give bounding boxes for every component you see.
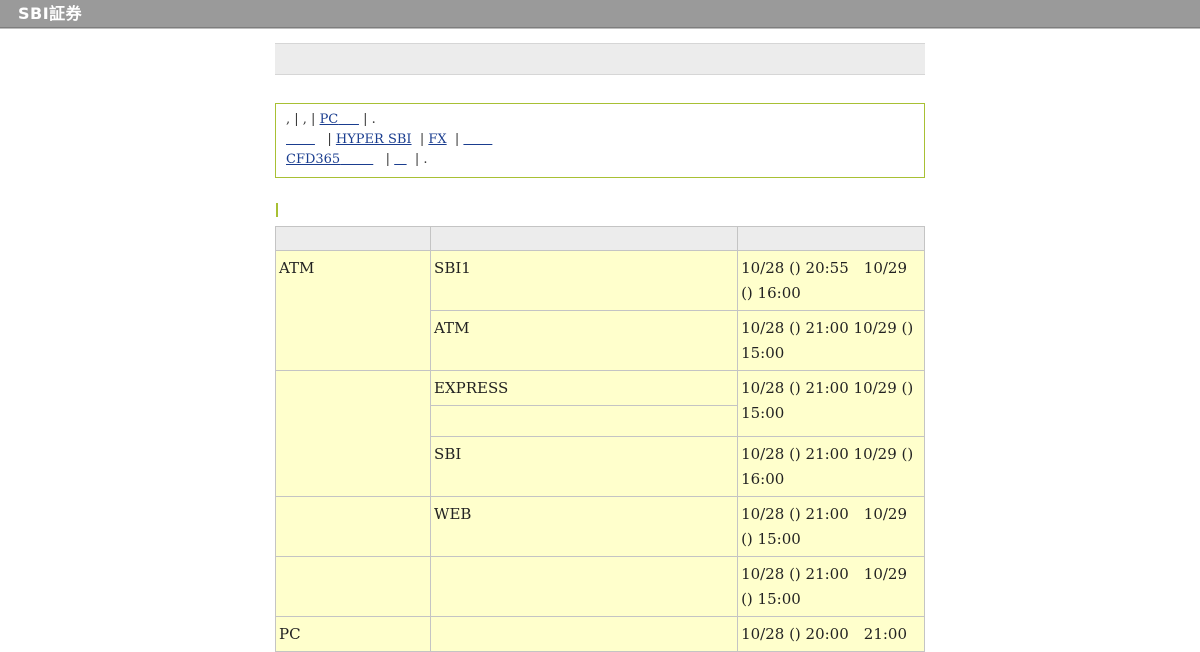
pc-link[interactable]: PC [320,112,359,127]
top-header-bar: SBI証券 [0,0,1200,28]
separator: | [385,152,391,167]
category-cell: ATM [274,250,432,371]
cfd365-link[interactable]: CFD365 [286,152,373,167]
table-row: ATM SBI1 10/28 () 20:55 10/29 () 16:00 [274,250,925,371]
category-cell [274,556,432,617]
fx-link[interactable]: FX [428,132,446,147]
notice-text: | . [414,152,428,167]
title-band [275,43,925,75]
time-cell: 10/28 () 20:55 10/29 () 16:00 [737,250,925,311]
notice-line-3: CFD365 | | . [286,150,914,170]
time-cell: 10/28 () 21:00 10/29 () 15:00 [737,310,925,371]
main-content: , | , | PC | . | HYPER SBI | FX | CFD365… [274,42,925,652]
time-cell: 10/28 () 21:00 10/29 () 15:00 [737,556,925,617]
table-header-row [274,226,925,251]
table-row: EXPRESS 10/28 () 21:00 10/29 () 15:00 [274,370,925,497]
table-row: PC 10/28 () 20:00 21:00 [274,616,925,652]
notice-box: , | , | PC | . | HYPER SBI | FX | CFD365… [275,103,925,178]
time-cell: 10/28 () 21:00 10/29 () 15:00 [737,496,925,557]
category-cell [274,370,432,497]
service-cell [430,405,739,437]
service-cell: WEB [430,496,739,557]
column-header-time [737,226,925,251]
header-divider [0,28,1200,29]
service-cell [430,556,739,617]
separator: | [327,132,332,147]
time-cell: 10/28 () 21:00 10/29 () 16:00 [737,436,925,497]
service-cell: ATM [430,310,739,371]
column-header-category [274,226,432,251]
category-cell: PC [274,616,432,652]
maintenance-schedule-table: ATM SBI1 10/28 () 20:55 10/29 () 16:00 A… [274,226,925,652]
service-cell: EXPRESS [430,370,739,406]
sbi-logo[interactable]: SBI証券 [18,4,82,24]
category-cell [274,496,432,557]
notice-line-1: , | , | PC | . [286,110,914,130]
notice-link-3[interactable] [394,152,406,167]
notice-text: | . [363,112,376,127]
table-row: 10/28 () 21:00 10/29 () 15:00 [274,556,925,617]
notice-link-1[interactable] [286,132,315,147]
time-cell: 10/28 () 20:00 21:00 [737,616,925,652]
time-cell: 10/28 () 21:00 10/29 () 15:00 [737,370,925,437]
table-row: WEB 10/28 () 21:00 10/29 () 15:00 [274,496,925,557]
section-heading-marker [276,203,278,217]
hyper-sbi-link[interactable]: HYPER SBI [336,132,412,147]
notice-link-2[interactable] [463,132,492,147]
column-header-service [430,226,739,251]
separator: | [419,132,425,147]
notice-text: , | , | [286,112,316,127]
separator: | [454,132,460,147]
service-cell: SBI1 [430,250,739,311]
service-cell [430,616,739,652]
notice-line-2: | HYPER SBI | FX | [286,130,914,150]
service-cell: SBI [430,436,739,497]
